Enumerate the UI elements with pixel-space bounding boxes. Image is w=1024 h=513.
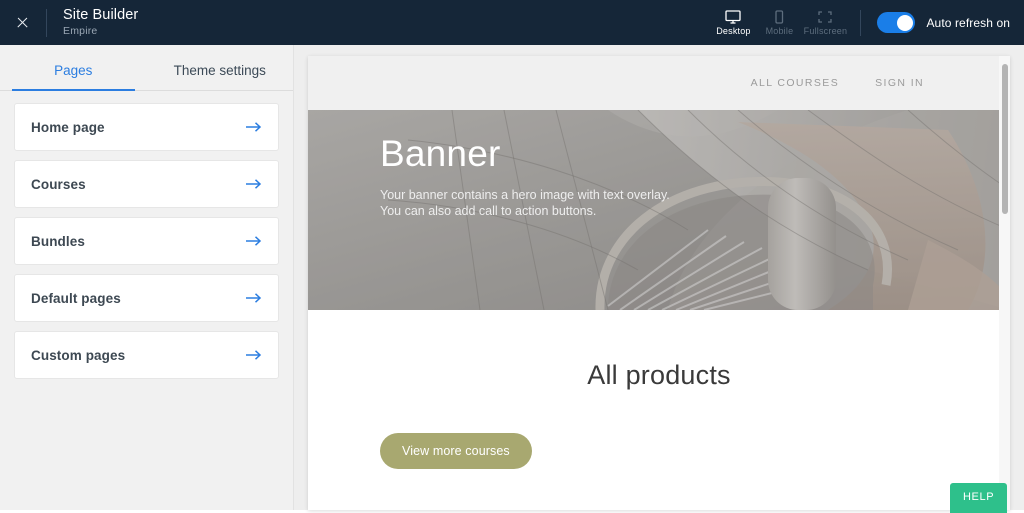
tab-pages[interactable]: Pages bbox=[0, 63, 147, 90]
fullscreen-icon bbox=[817, 10, 833, 24]
sidebar-item-label: Courses bbox=[31, 177, 86, 192]
sidebar-item-label: Default pages bbox=[31, 291, 121, 306]
device-label-desktop: Desktop bbox=[716, 26, 750, 36]
arrow-right-icon bbox=[245, 349, 262, 361]
sidebar-item-home-page[interactable]: Home page bbox=[14, 103, 279, 151]
header-separator bbox=[860, 10, 861, 36]
sidebar-item-default-pages[interactable]: Default pages bbox=[14, 274, 279, 322]
device-label-fullscreen: Fullscreen bbox=[804, 26, 848, 36]
help-button[interactable]: HELP bbox=[950, 483, 1007, 513]
cta-row: View more courses bbox=[308, 391, 1010, 469]
sidebar-item-courses[interactable]: Courses bbox=[14, 160, 279, 208]
hero-text-block: Banner Your banner contains a hero image… bbox=[380, 132, 830, 219]
close-icon bbox=[16, 16, 29, 29]
sidebar-item-label: Custom pages bbox=[31, 348, 125, 363]
device-label-mobile: Mobile bbox=[766, 26, 794, 36]
site-nav: ALL COURSES SIGN IN bbox=[308, 56, 1010, 110]
close-button[interactable] bbox=[0, 0, 44, 45]
preview-scrollbar-thumb[interactable] bbox=[1002, 64, 1008, 214]
preview-area: ALL COURSES SIGN IN bbox=[294, 45, 1024, 510]
auto-refresh-label: Auto refresh on bbox=[926, 16, 1010, 30]
hero-title: Banner bbox=[380, 132, 830, 176]
arrow-right-icon bbox=[245, 235, 262, 247]
app-subtitle: Empire bbox=[63, 24, 138, 38]
sidebar: Pages Theme settings Home page Courses bbox=[0, 45, 294, 510]
app-header: Site Builder Empire Desktop Mobile bbox=[0, 0, 1024, 45]
view-more-courses-button[interactable]: View more courses bbox=[380, 433, 532, 469]
desktop-icon bbox=[725, 10, 741, 24]
arrow-right-icon bbox=[245, 121, 262, 133]
device-button-fullscreen[interactable]: Fullscreen bbox=[802, 0, 848, 45]
device-button-desktop[interactable]: Desktop bbox=[710, 0, 756, 45]
sidebar-tabs: Pages Theme settings bbox=[0, 45, 293, 91]
mobile-icon bbox=[771, 10, 787, 24]
toggle-knob bbox=[897, 15, 913, 31]
sidebar-item-label: Home page bbox=[31, 120, 105, 135]
products-section: All products View more courses bbox=[308, 310, 1010, 469]
arrow-right-icon bbox=[245, 178, 262, 190]
app-title-block: Site Builder Empire bbox=[63, 7, 138, 38]
arrow-right-icon bbox=[245, 292, 262, 304]
sidebar-item-bundles[interactable]: Bundles bbox=[14, 217, 279, 265]
page-title: Site Builder bbox=[63, 7, 138, 24]
auto-refresh-toggle[interactable] bbox=[877, 12, 915, 33]
hero-banner: Banner Your banner contains a hero image… bbox=[308, 110, 1010, 310]
hero-description: Your banner contains a hero image with t… bbox=[380, 187, 690, 219]
products-title: All products bbox=[308, 360, 1010, 391]
tab-theme-settings[interactable]: Theme settings bbox=[147, 63, 294, 90]
preview-scrollbar[interactable] bbox=[999, 56, 1010, 510]
site-preview-frame: ALL COURSES SIGN IN bbox=[308, 56, 1010, 510]
header-actions: Desktop Mobile Fullscreen Auto refresh o… bbox=[710, 0, 1024, 45]
auto-refresh-control[interactable]: Auto refresh on bbox=[877, 12, 1010, 33]
sidebar-item-label: Bundles bbox=[31, 234, 85, 249]
sidebar-card-list: Home page Courses Bundles bbox=[0, 91, 293, 379]
device-button-mobile[interactable]: Mobile bbox=[756, 0, 802, 45]
header-divider bbox=[46, 9, 47, 37]
nav-link-all-courses[interactable]: ALL COURSES bbox=[751, 77, 840, 89]
sidebar-item-custom-pages[interactable]: Custom pages bbox=[14, 331, 279, 379]
nav-link-sign-in[interactable]: SIGN IN bbox=[875, 77, 924, 89]
